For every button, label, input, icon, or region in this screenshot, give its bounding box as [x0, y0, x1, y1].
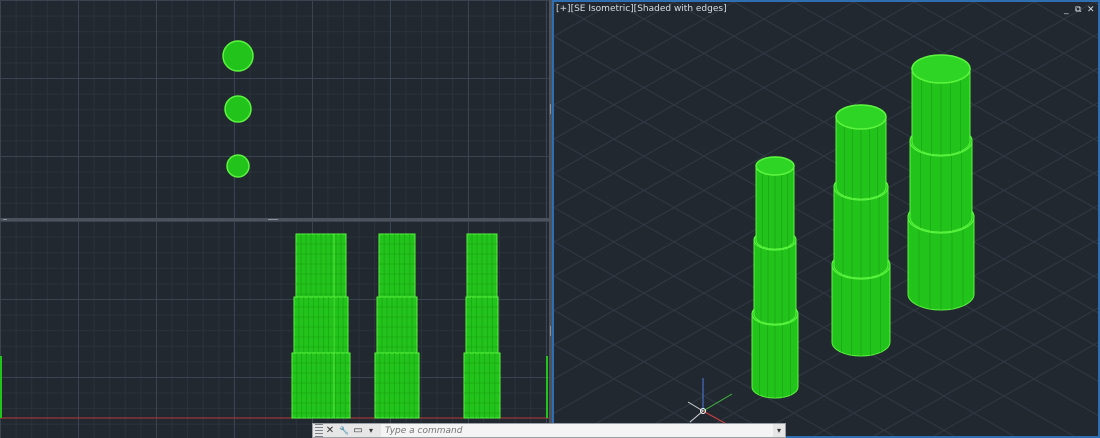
splitter-handle	[550, 104, 551, 114]
command-input[interactable]	[381, 424, 773, 437]
iso-grid-line	[554, 67, 1098, 380]
iso-grid-line	[554, 69, 1098, 382]
edge-marker-right	[546, 356, 548, 418]
isometric-cylinders	[751, 54, 975, 399]
recent-commands-icon[interactable]: ▭	[351, 424, 365, 437]
restore-icon[interactable]: ⧉	[1075, 5, 1081, 15]
iso-grid-line	[554, 2, 675, 72]
command-line-grip[interactable]	[315, 424, 323, 437]
cylinder-top-small[interactable]	[226, 154, 250, 178]
minimize-icon[interactable]: _	[1064, 5, 1069, 15]
isometric-drawing	[554, 2, 1098, 436]
edge-marker-left	[0, 356, 2, 418]
iso-grid-line	[1093, 2, 1098, 5]
iso-grid-line	[554, 101, 1098, 414]
dropdown-arrow-icon[interactable]: ▾	[365, 426, 377, 435]
splitter-handle	[3, 219, 7, 220]
iso-grid-line	[554, 2, 735, 106]
iso-grid-line	[853, 2, 1098, 142]
wrench-icon[interactable]: 🔧	[337, 424, 351, 437]
iso-grid-line	[554, 2, 615, 37]
cylinder-top-medium[interactable]	[224, 95, 252, 123]
front-cylinders	[291, 233, 501, 419]
close-icon[interactable]: ✕	[1087, 5, 1095, 15]
iso-grid-line	[554, 104, 1098, 417]
front-cylinder-segment[interactable]	[293, 296, 349, 354]
close-icon[interactable]: ✕	[323, 424, 337, 437]
top-viewport[interactable]	[0, 0, 549, 218]
dropdown-arrow-icon[interactable]: ▾	[773, 426, 785, 435]
isometric-grid	[554, 2, 1098, 436]
splitter-handle	[550, 326, 551, 336]
viewport-label[interactable]: [+][SE Isometric][Shaded with edges]	[556, 4, 727, 14]
iso-cylinder-top-face[interactable]	[835, 104, 887, 130]
front-view-drawing	[0, 233, 549, 419]
ucs-icon	[687, 378, 733, 428]
top-view-drawing	[222, 40, 254, 178]
cylinder-top-large[interactable]	[222, 40, 254, 72]
splitter-handle	[268, 219, 278, 220]
iso-cylinder-top-face[interactable]	[911, 54, 971, 84]
isometric-viewport[interactable]: [+][SE Isometric][Shaded with edges] _ ⧉…	[552, 0, 1100, 438]
front-viewport[interactable]	[0, 221, 549, 438]
command-line: ✕ 🔧 ▭ ▾ ▾	[312, 423, 786, 438]
iso-cylinder-top-face[interactable]	[755, 156, 795, 176]
iso-grid-line	[554, 2, 1098, 314]
iso-grid-line	[554, 35, 1098, 348]
iso-grid-line	[554, 33, 1098, 346]
